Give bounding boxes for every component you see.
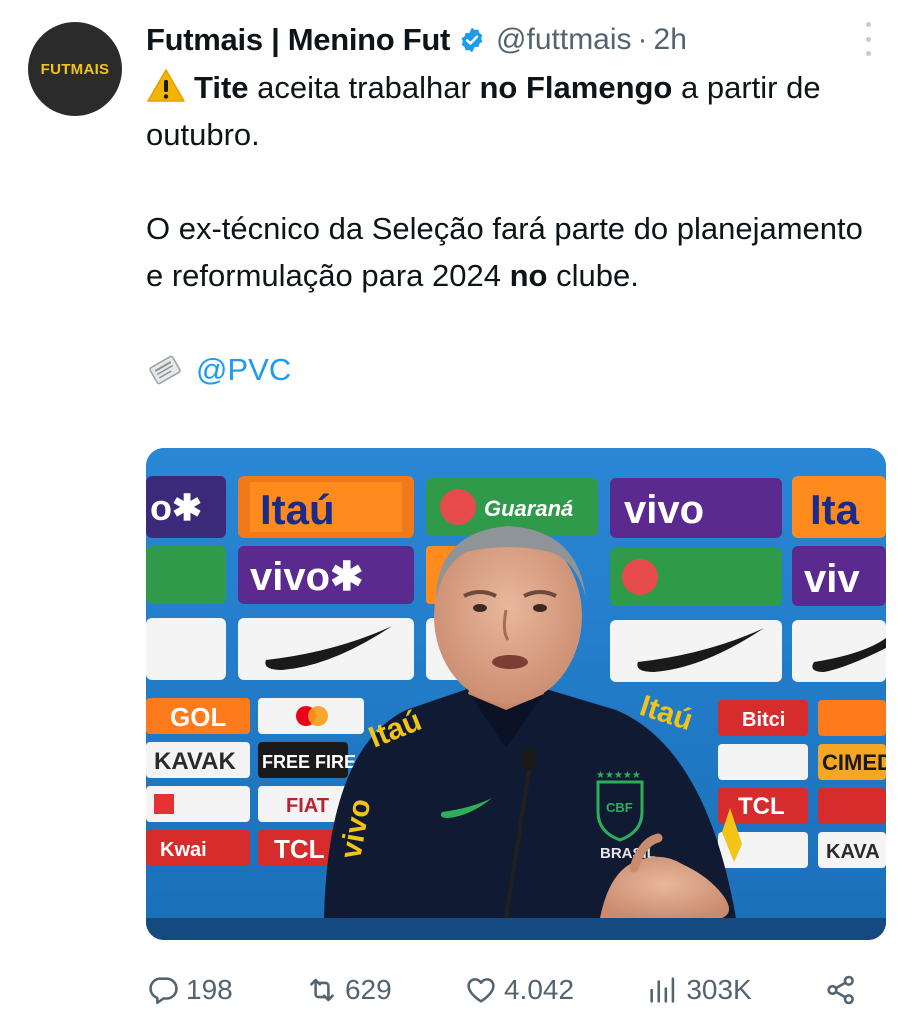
mention-link[interactable]: @PVC: [196, 346, 291, 393]
tweet-text: Tite aceita trabalhar no Flamengo a part…: [146, 64, 876, 393]
repost-icon: [310, 978, 334, 1002]
board-tcl: TCL: [274, 834, 325, 864]
reply-icon: [149, 977, 178, 1005]
text-bold-flamengo: no Flamengo: [479, 70, 673, 105]
views-count: 303K: [686, 974, 752, 1005]
avatar-label: FUTMAIS: [40, 60, 110, 78]
reply-count: 198: [186, 974, 233, 1005]
svg-text:★★★★★: ★★★★★: [596, 770, 641, 781]
verified-badge-icon: [461, 27, 483, 53]
text-bold-tite: Tite: [194, 70, 249, 105]
warning-icon: [147, 69, 185, 102]
board-freefire: FREE FIRE: [262, 752, 356, 772]
board-vivo: vivo: [624, 488, 704, 532]
board-kavak: KAVAK: [154, 748, 236, 775]
tweet-header: Futmais | Menino Fut @futtmais · 2h: [146, 18, 854, 62]
board-fiat: FIAT: [286, 795, 329, 817]
text-segment: clube.: [547, 258, 639, 293]
heart-icon: [467, 978, 495, 1003]
newspaper-icon: [149, 355, 181, 384]
author-handle[interactable]: @futtmais: [496, 23, 631, 57]
board-bitci: Bitci: [742, 709, 785, 731]
board-gol: GOL: [170, 702, 226, 732]
like-button[interactable]: 4.042: [464, 973, 574, 1007]
tweet-timestamp[interactable]: 2h: [654, 23, 687, 57]
repost-count: 629: [344, 974, 392, 1005]
board-guarana: Guaraná: [484, 496, 573, 521]
text-segment: aceita trabalhar: [248, 70, 480, 105]
share-button[interactable]: [824, 973, 864, 1007]
text-bold-no: no: [509, 258, 548, 293]
views-chart-icon: [650, 977, 675, 1003]
like-count: 4.042: [503, 974, 575, 1005]
tweet-media-image[interactable]: o✱ Itaú Guaraná vivo Ita vivo✱ viv GOL K…: [146, 448, 886, 940]
more-options-icon[interactable]: [858, 22, 878, 56]
press-conference-photo: o✱ Itaú Guaraná vivo Ita vivo✱ viv GOL K…: [146, 448, 886, 940]
tweet-paragraph-1: Tite aceita trabalhar no Flamengo a part…: [146, 64, 876, 158]
svg-text:CBF: CBF: [606, 800, 633, 815]
share-icon: [827, 975, 854, 1005]
source-line: @PVC: [146, 346, 876, 393]
svg-text:o✱: o✱: [150, 487, 202, 528]
svg-text:KAVA: KAVA: [826, 841, 880, 863]
svg-text:viv: viv: [804, 557, 860, 601]
views-button[interactable]: 303K: [646, 973, 752, 1007]
board-kwai: Kwai: [160, 839, 207, 861]
separator-dot: ·: [637, 23, 648, 56]
svg-text:Ita: Ita: [810, 486, 860, 533]
reply-button[interactable]: 198: [146, 973, 233, 1007]
board-cimed: CIMED: [822, 750, 886, 775]
tweet-actions-bar: 198 629 4.042 303K: [146, 966, 864, 1014]
text-segment: O ex-técnico da Seleção fará parte do pl…: [146, 211, 863, 293]
tweet-paragraph-2: O ex-técnico da Seleção fará parte do pl…: [146, 205, 876, 299]
svg-text:vivo✱: vivo✱: [250, 555, 364, 599]
author-display-name[interactable]: Futmais | Menino Fut: [146, 22, 450, 58]
repost-button[interactable]: 629: [305, 973, 392, 1007]
board-itau: Itaú: [260, 486, 335, 533]
author-avatar[interactable]: FUTMAIS: [28, 22, 122, 116]
svg-text:TCL: TCL: [738, 793, 785, 820]
